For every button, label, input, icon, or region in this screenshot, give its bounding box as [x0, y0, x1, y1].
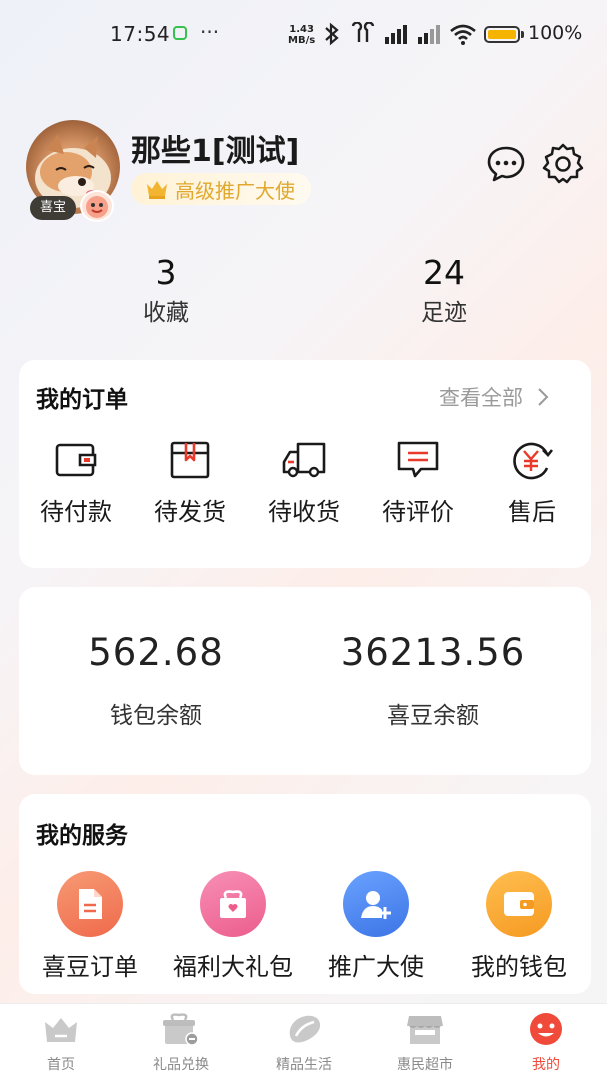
order-pending-review[interactable]: 待评价	[363, 440, 473, 527]
view-all-label: 查看全部	[439, 386, 523, 410]
wallet-card: 562.68 钱包余额 36213.56 喜豆余额	[19, 587, 591, 775]
service-icon-bg	[200, 871, 266, 937]
gear-icon[interactable]	[542, 143, 584, 185]
message-icon[interactable]	[486, 145, 526, 183]
net-speed-value: 1.43	[289, 24, 314, 35]
tab-label: 首页	[47, 1057, 75, 1073]
crown-icon	[147, 181, 167, 199]
tab-home[interactable]: 首页	[11, 1012, 111, 1074]
order-pending-payment[interactable]: 待付款	[21, 440, 131, 527]
services-title: 我的服务	[36, 823, 128, 849]
bean-balance-label: 喜豆余额	[387, 703, 479, 729]
service-ambassador[interactable]: 推广大使	[306, 871, 446, 982]
wallet-icon	[504, 892, 534, 916]
tab-supermarket[interactable]: 惠民超市	[375, 1012, 475, 1074]
order-after-sales[interactable]: 售后	[477, 440, 587, 527]
status-bar: 17:54 ··· 1.43 MB/s 100%	[0, 0, 607, 70]
add-user-icon	[361, 891, 391, 919]
more-notifications-icon: ···	[200, 20, 220, 44]
bean-icon	[289, 1015, 321, 1043]
wallet-balance[interactable]: 562.68 钱包余额	[26, 631, 286, 730]
stat-label: 足迹	[421, 300, 467, 326]
signal-1-icon	[385, 25, 407, 44]
notification-icon	[173, 26, 187, 40]
document-icon	[79, 889, 102, 919]
order-label: 待收货	[268, 498, 340, 526]
smile-face-icon	[530, 1013, 562, 1045]
bottom-tab-bar: 首页 礼品兑换 精品生活 惠民超市 我的	[0, 1003, 607, 1081]
stat-favorites[interactable]: 3 收藏	[96, 253, 236, 327]
tab-mine[interactable]: 我的	[496, 1012, 596, 1074]
stat-footprints[interactable]: 24 足迹	[374, 253, 514, 327]
chevron-right-icon	[538, 388, 549, 406]
earbuds-icon	[351, 22, 375, 42]
level-label: 高级推广大使	[175, 178, 295, 203]
tab-quality-life[interactable]: 精品生活	[254, 1012, 354, 1074]
tab-label: 精品生活	[276, 1057, 332, 1073]
yuan-refund-icon	[513, 442, 554, 480]
net-speed: 1.43 MB/s	[288, 24, 315, 46]
tab-label: 惠民超市	[397, 1057, 453, 1073]
tab-label: 我的	[532, 1057, 560, 1073]
services-card: 我的服务 喜豆订单 福利大礼包 推广大使 我的钱包	[19, 794, 591, 994]
user-name: 那些1[测试]	[131, 134, 300, 169]
battery-icon	[484, 26, 520, 43]
bean-balance[interactable]: 36213.56 喜豆余额	[303, 631, 563, 730]
store-icon	[407, 1016, 443, 1044]
orders-card: 我的订单 查看全部 待付款 待发货 待收货 待评价 售后	[19, 360, 591, 568]
level-badge[interactable]: 高级推广大使	[131, 173, 311, 205]
service-my-wallet[interactable]: 我的钱包	[449, 871, 589, 982]
service-icon-bg	[343, 871, 409, 937]
service-label: 喜豆订单	[42, 953, 138, 981]
mascot-icon	[80, 190, 114, 222]
service-label: 推广大使	[328, 953, 424, 981]
bean-balance-value: 36213.56	[340, 631, 526, 674]
signal-2-icon	[418, 25, 440, 44]
service-label: 我的钱包	[471, 953, 567, 981]
stat-value: 24	[423, 253, 465, 292]
home-crown-icon	[45, 1018, 77, 1042]
comment-icon	[397, 441, 439, 478]
wifi-icon	[450, 24, 476, 45]
view-all-orders-link[interactable]: 查看全部	[439, 382, 549, 412]
wallet-balance-value: 562.68	[88, 631, 224, 674]
truck-icon	[282, 442, 326, 478]
stat-value: 3	[155, 253, 177, 292]
gift-icon	[220, 890, 246, 918]
orders-title: 我的订单	[36, 387, 128, 413]
tab-label: 礼品兑换	[153, 1057, 209, 1073]
stat-label: 收藏	[143, 300, 189, 326]
order-label: 售后	[508, 498, 556, 526]
wallet-balance-label: 钱包余额	[110, 703, 202, 729]
service-label: 福利大礼包	[173, 953, 293, 981]
order-pending-shipment[interactable]: 待发货	[135, 440, 245, 527]
order-label: 待付款	[40, 498, 112, 526]
order-pending-receipt[interactable]: 待收货	[249, 440, 359, 527]
battery-percent: 100%	[528, 22, 583, 44]
status-time: 17:54	[110, 22, 171, 46]
service-icon-bg	[57, 871, 123, 937]
service-icon-bg	[486, 871, 552, 937]
package-icon	[170, 441, 210, 479]
service-bean-orders[interactable]: 喜豆订单	[20, 871, 160, 982]
battery-tip	[521, 31, 524, 38]
order-label: 待发货	[154, 498, 226, 526]
order-label: 待评价	[382, 498, 454, 526]
wallet-icon	[55, 443, 97, 477]
gift-exchange-icon	[163, 1013, 199, 1046]
bluetooth-icon	[325, 22, 339, 46]
net-speed-unit: MB/s	[288, 35, 316, 46]
avatar-badge: 喜宝	[30, 196, 76, 220]
tab-gift-exchange[interactable]: 礼品兑换	[131, 1012, 231, 1074]
service-gift-pack[interactable]: 福利大礼包	[163, 871, 303, 982]
